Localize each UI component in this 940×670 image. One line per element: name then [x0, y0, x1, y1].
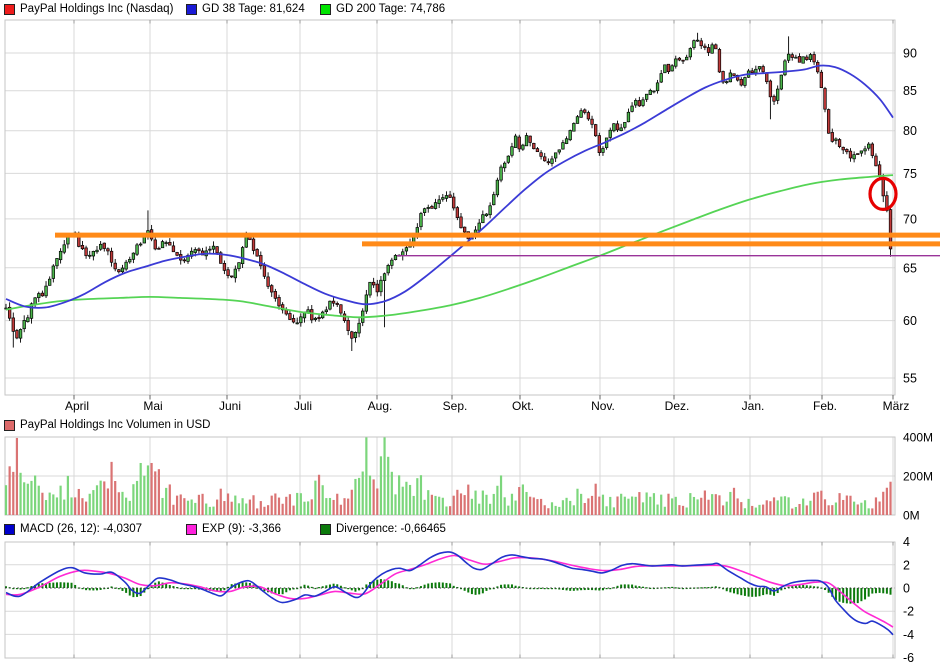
axis-label: Okt. — [512, 399, 534, 413]
legend-label: PayPal Holdings Inc (Nasdaq) — [20, 3, 173, 15]
legend-label: GD 38 Tage: 81,624 — [202, 3, 305, 15]
axis-label: -2 — [903, 605, 914, 619]
axis-label: 0M — [903, 509, 920, 523]
annotation-lines — [55, 235, 940, 256]
axis-label: 70 — [903, 212, 917, 226]
legend-label: EXP (9): -3,366 — [202, 523, 281, 535]
legend-swatch-icon — [4, 524, 15, 535]
axis-label: Mai — [143, 399, 162, 413]
axis-label: 2 — [903, 558, 910, 572]
legend-swatch-icon — [320, 524, 331, 535]
legend-item: PayPal Holdings Inc Volumen in USD — [4, 419, 211, 431]
axis-label: 80 — [903, 124, 917, 138]
moving-averages — [6, 65, 893, 317]
axis-labels: 90 85 80 75 70 65 60 55 400M 200M 0M 4 2 0 -2 -4 -6 April… — [65, 47, 933, 666]
legend-swatch-icon — [4, 4, 15, 15]
stock-chart-root: 90 85 80 75 70 65 60 55 400M 200M 0M 4 2 0 -2 -4 -6 April… — [0, 0, 940, 670]
axis-label: April — [65, 399, 89, 413]
chart-canvas: 90 85 80 75 70 65 60 55 400M 200M 0M 4 2 0 -2 -4 -6 April… — [0, 0, 940, 670]
axis-label: Sep. — [443, 399, 468, 413]
legend-item: GD 38 Tage: 81,624 — [186, 3, 305, 15]
axis-label: 200M — [903, 470, 933, 484]
axis-label: 60 — [903, 314, 917, 328]
axis-label: 85 — [903, 84, 917, 98]
axis-label: 400M — [903, 431, 933, 445]
panel-borders — [5, 20, 895, 658]
axis-label: 90 — [903, 47, 917, 61]
legend-label: MACD (26, 12): -4,0307 — [20, 523, 142, 535]
legend-label: Divergence: -0,66465 — [336, 523, 446, 535]
axis-label: Dez. — [665, 399, 690, 413]
legend-swatch-icon — [186, 524, 197, 535]
gd38-line — [6, 65, 893, 307]
axis-label: -6 — [903, 651, 914, 665]
axis-label: 75 — [903, 167, 917, 181]
legend-item: PayPal Holdings Inc (Nasdaq) — [4, 3, 173, 15]
axis-label: 65 — [903, 261, 917, 275]
legend-item: Divergence: -0,66465 — [320, 523, 446, 535]
legend-swatch-icon — [186, 4, 197, 15]
axis-label: 55 — [903, 372, 917, 386]
axis-label: März — [883, 399, 910, 413]
legend-label: GD 200 Tage: 74,786 — [336, 3, 445, 15]
axis-label: Jan. — [742, 399, 765, 413]
axis-label: 0 — [903, 582, 910, 596]
candlestick-series — [5, 33, 892, 351]
gridlines — [5, 20, 895, 658]
legend-item: EXP (9): -3,366 — [186, 523, 281, 535]
legend-item: GD 200 Tage: 74,786 — [320, 3, 445, 15]
axis-label: Juni — [219, 399, 241, 413]
axis-label: -4 — [903, 628, 914, 642]
axis-label: Nov. — [591, 399, 615, 413]
macd-divergence-bars — [5, 579, 892, 604]
axis-label: 4 — [903, 535, 910, 549]
axis-label: Aug. — [368, 399, 393, 413]
legend-swatch-icon — [4, 420, 15, 431]
axis-label: Juli — [294, 399, 312, 413]
legend-swatch-icon — [320, 4, 331, 15]
axis-label: Feb. — [813, 399, 837, 413]
legend-label: PayPal Holdings Inc Volumen in USD — [20, 419, 211, 431]
legend-item: MACD (26, 12): -4,0307 — [4, 523, 142, 535]
